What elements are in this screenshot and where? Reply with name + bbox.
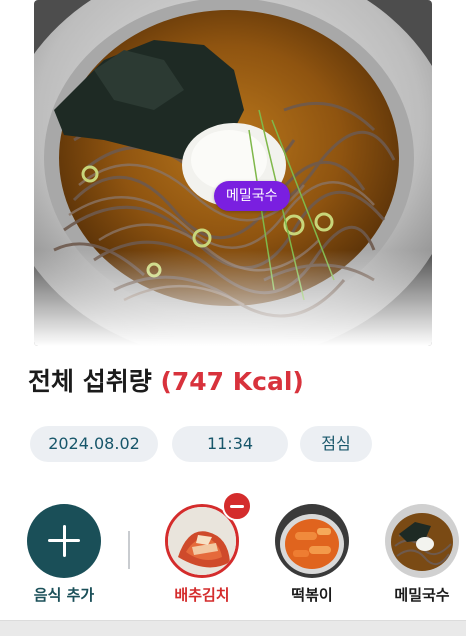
food-item-tteokbokki[interactable]: 떡볶이 [274,504,350,605]
total-intake-title: 전체 섭취량 (747 Kcal) [28,362,304,398]
meal-type-chip[interactable]: 점심 [300,426,372,462]
bottom-bar [0,620,466,636]
photo-margin-left [0,0,34,346]
total-intake-label: 전체 섭취량 [28,367,152,396]
food-photo [34,0,432,346]
food-thumbnail-buckwheat-noodles[interactable] [385,504,459,578]
food-item-naengmyeon[interactable]: 메밀국수 [384,504,460,605]
food-detection-tag[interactable]: 메밀국수 [214,181,290,211]
total-kcal: (747 Kcal) [160,367,304,396]
plus-icon[interactable] [27,504,101,578]
photo-margin-right [432,0,466,346]
remove-minus-icon[interactable] [222,491,252,521]
food-label-buckwheat-noodles: 메밀국수 [394,586,450,604]
food-label-tteokbokki: 떡볶이 [291,586,333,604]
add-food-label: 음식 추가 [33,586,95,604]
add-food-button[interactable]: 음식 추가 [26,504,102,605]
food-item-kimchi[interactable]: 배추김치 [164,504,240,605]
divider [128,531,130,569]
food-label-kimchi: 배추김치 [174,586,230,604]
food-thumbnail-tteokbokki[interactable] [275,504,349,578]
time-chip[interactable]: 11:34 [172,426,288,462]
date-chip[interactable]: 2024.08.02 [30,426,158,462]
